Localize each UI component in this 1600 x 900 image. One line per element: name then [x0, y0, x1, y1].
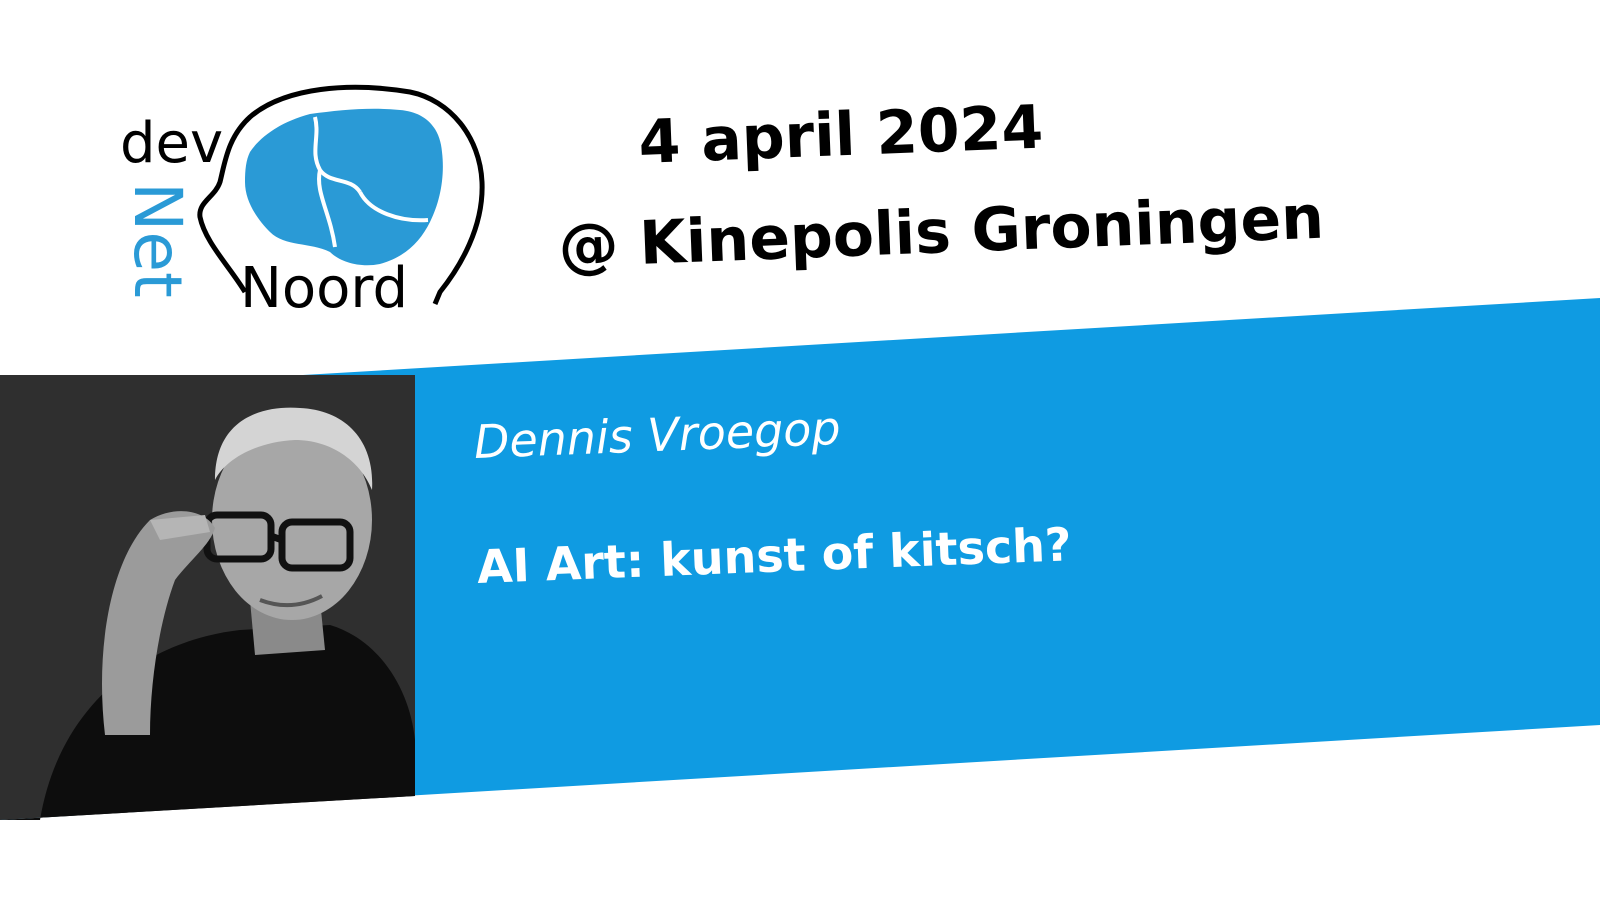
map-noord-icon — [245, 108, 443, 266]
devnet-noord-logo: dev Net Noord — [119, 84, 485, 321]
logo-net: Net — [119, 182, 196, 298]
logo-dev: dev — [120, 111, 223, 176]
speaker-photo — [0, 375, 415, 820]
logo-noord: Noord — [240, 256, 408, 321]
